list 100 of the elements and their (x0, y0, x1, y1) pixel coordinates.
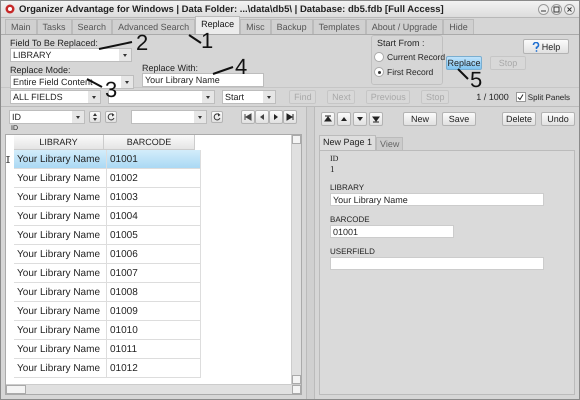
refresh-button[interactable] (211, 111, 223, 123)
table-cell: Your Library Name (14, 321, 107, 340)
move-top-button[interactable] (321, 112, 335, 126)
radio-button[interactable] (374, 52, 384, 62)
next-record-button[interactable] (269, 110, 283, 124)
record-action-button[interactable]: Save (442, 112, 476, 126)
input-field[interactable]: 01001 (330, 225, 454, 238)
field-label: USERFIELD (330, 247, 376, 256)
skip-last-icon (285, 112, 295, 122)
tab[interactable]: Tasks (36, 19, 72, 34)
table-cell: 01005 (107, 226, 201, 245)
tab[interactable]: About / Upgrade (366, 19, 444, 34)
tab[interactable]: Search (72, 19, 112, 34)
move-up-button[interactable] (337, 112, 351, 126)
tab[interactable]: Advanced Search (112, 19, 196, 34)
tab[interactable]: Main (5, 19, 37, 34)
column-header[interactable]: LIBRARY (14, 135, 104, 150)
callout-number: 5 (470, 69, 482, 91)
table-cell: 01006 (107, 245, 201, 264)
checkbox[interactable] (516, 92, 526, 102)
table-cell: 01004 (107, 207, 201, 226)
first-record-button[interactable] (241, 110, 255, 124)
move-down-button[interactable] (353, 112, 367, 126)
app-logo-icon (5, 4, 15, 14)
tab[interactable]: Templates (312, 19, 366, 34)
up-down-arrows-icon (90, 112, 100, 122)
question-icon (532, 42, 540, 52)
tab[interactable]: New Page 1 (319, 135, 376, 150)
table-cell: Your Library Name (14, 264, 107, 283)
maximize-icon[interactable] (551, 4, 562, 14)
table-cell: Your Library Name (14, 226, 107, 245)
table-cell: 01009 (107, 302, 201, 321)
table-cell: Your Library Name (14, 188, 107, 207)
record-action-button[interactable]: Undo (541, 112, 575, 126)
move-bottom-button[interactable] (369, 112, 383, 126)
table-cell: 01001 (107, 150, 201, 169)
callout-number: 3 (105, 79, 118, 101)
tab[interactable]: Backup (270, 19, 313, 34)
previous-record-button[interactable] (255, 110, 269, 124)
start-from-group (371, 35, 443, 85)
record-action-button[interactable]: New (403, 112, 437, 126)
refresh-button[interactable] (105, 111, 117, 123)
field-dropdown[interactable]: LIBRARY (10, 48, 132, 62)
tab[interactable]: View (376, 137, 404, 150)
last-record-button[interactable] (283, 110, 297, 124)
radio-label: Current Record (387, 52, 446, 62)
table-cell: Your Library Name (14, 245, 107, 264)
table-cell: Your Library Name (14, 150, 107, 169)
field-dropdown[interactable]: ALL FIELDS (10, 90, 102, 104)
scroll-thumb[interactable] (6, 385, 26, 394)
table-cell: Your Library Name (14, 302, 107, 321)
table-cell: 01012 (107, 359, 201, 378)
table-cell: Your Library Name (14, 359, 107, 378)
replace-button[interactable]: Replace (446, 56, 482, 70)
column-header[interactable]: BARCODE (104, 135, 195, 150)
table-cell: 01003 (107, 188, 201, 207)
sort-field-dropdown[interactable]: ID (9, 110, 85, 124)
field-label: LIBRARY (330, 183, 366, 192)
input-field[interactable] (330, 257, 544, 270)
sort-button[interactable] (89, 111, 101, 123)
tab[interactable]: Misc (240, 19, 271, 34)
refresh-icon (106, 112, 116, 122)
record-action-button[interactable]: Delete (502, 112, 536, 126)
leader-line (188, 34, 202, 44)
table-cell: 01008 (107, 283, 201, 302)
field-label: ID (330, 154, 340, 163)
window-title: Organizer Advantage for Windows | Data Folder: ...\data\db5\ | Database: db5.fdb [Full Access] (19, 4, 445, 14)
mode-label: Replace Mode: (10, 65, 71, 75)
table-cell: 01011 (107, 340, 201, 359)
replace-with-label: Replace With: (142, 63, 198, 73)
move-top-icon (323, 114, 333, 124)
replace-with-field[interactable]: Your Library Name (142, 73, 264, 87)
tab[interactable]: Hide (443, 19, 474, 34)
skip-first-icon (243, 112, 253, 122)
radio-button[interactable] (374, 67, 384, 77)
leader-line (212, 66, 234, 75)
current-row-icon (6, 156, 10, 163)
radio-label: First Record (387, 67, 434, 77)
table-cell: 01010 (107, 321, 201, 340)
minimize-icon[interactable] (538, 4, 549, 14)
help-button[interactable]: Help (523, 39, 569, 54)
start-dropdown[interactable]: Start (222, 90, 276, 104)
checkbox-label: Split Panels (528, 92, 570, 102)
leader-line (457, 68, 469, 80)
refresh-icon (212, 112, 222, 122)
close-icon[interactable] (564, 4, 575, 14)
field-label: Field To Be Replaced: (10, 38, 98, 48)
table-cell: Your Library Name (14, 340, 107, 359)
horizontal-scrollbar[interactable] (6, 384, 301, 394)
record-counter: 1 / 1000 (476, 92, 509, 102)
table-cell: 01007 (107, 264, 201, 283)
table-cell: Your Library Name (14, 283, 107, 302)
table-cell: Your Library Name (14, 169, 107, 188)
input-field[interactable]: Your Library Name (330, 193, 544, 206)
table-cell: Your Library Name (14, 207, 107, 226)
tab[interactable]: Replace (195, 16, 240, 34)
callout-number: 2 (136, 32, 148, 54)
start-from-label: Start From : (377, 38, 425, 48)
field-value: 1 (330, 164, 336, 174)
field-label: BARCODE (330, 215, 371, 224)
